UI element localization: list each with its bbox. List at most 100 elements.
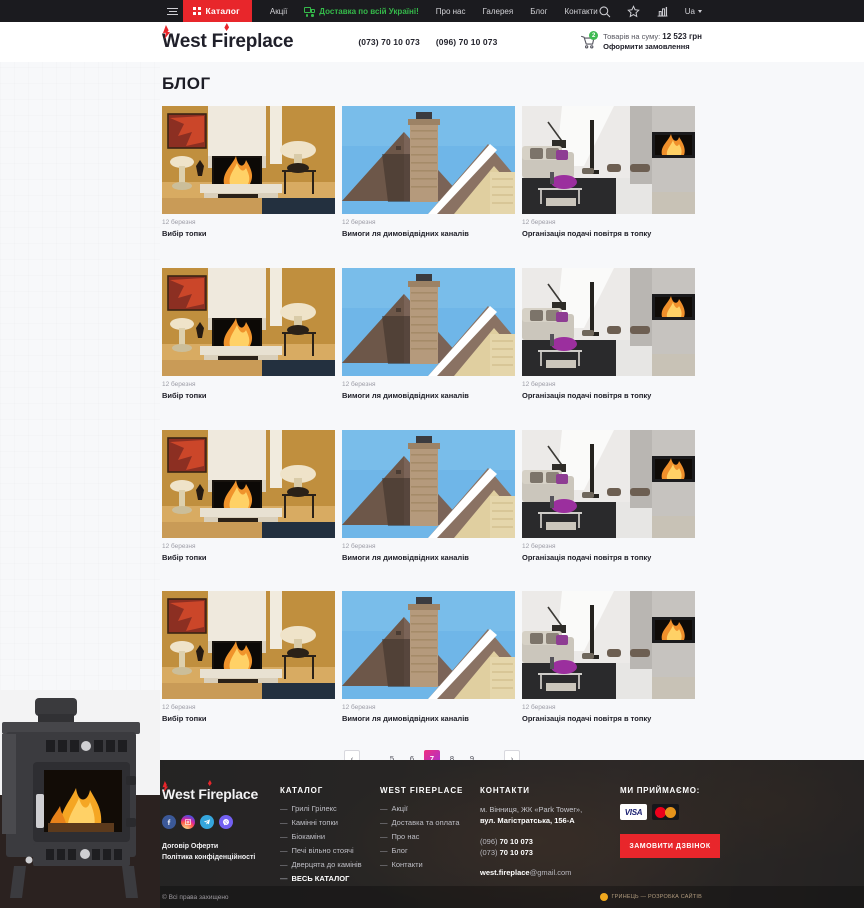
blog-card-date: 12 березня [522,704,556,712]
footer-phone-1[interactable]: 70 10 073 [500,837,533,846]
blog-card[interactable]: 12 березня Вимоги ля димовідвідних каналі… [342,591,515,724]
footer-catalog-item-label: Печі вільно стоячі [291,846,354,855]
search-icon[interactable] [598,5,611,18]
header-phone-1[interactable]: (073) 70 10 073 [358,37,420,47]
footer-link-privacy[interactable]: Політика конфіденційності [162,854,280,861]
footer-about-column: WEST FIREPLACE — Акції — Доставка та оплат… [380,786,480,888]
blog-card-title[interactable]: Вибір топки [162,553,335,563]
blog-card-image[interactable] [522,106,695,214]
footer-brand-column: W est F i replace Договір Оферти Політик… [162,780,280,888]
footer-link-oferta[interactable]: Договір Оферти [162,843,280,850]
blog-card-title[interactable]: Організація подачі повітря в топку [522,714,695,724]
nav-item-about[interactable]: Про нас [436,7,466,16]
blog-card-title[interactable]: Вимоги ля димовідвідних каналів [342,714,515,724]
compare-icon[interactable] [656,5,669,18]
cart-widget[interactable]: 2 Товарів на суму: 12 523 грн Оформити з… [579,31,702,53]
footer-contacts-title: КОНТАКТИ [480,786,530,795]
nav-item-gallery[interactable]: Галерея [483,7,514,16]
catalog-button[interactable]: Каталог [183,0,252,22]
nav-item-akcii[interactable]: Акції [270,7,287,16]
footer-about-item-label: Контакти [391,860,423,869]
blog-card-image[interactable] [342,591,515,700]
blog-card[interactable]: 12 березня Вибір топки [162,591,335,724]
blog-card-image[interactable] [522,591,695,700]
footer-email[interactable]: west.fireplace@gmail.com [480,868,620,877]
burger-menu-icon[interactable] [162,0,183,22]
blog-card[interactable]: 12 березня Вимоги ля димовідвідних каналі… [342,106,515,239]
footer-payments-title: МИ ПРИЙМАЄМО: [620,786,701,795]
footer-logo-text-b: est F [175,786,207,802]
logo[interactable]: W est F i replace [162,23,294,53]
nav-item-delivery[interactable]: Доставка по всій Україні! [304,7,419,17]
blog-card-image[interactable] [342,106,515,214]
cart-icon: 2 [579,31,599,50]
blog-card-image[interactable] [342,429,515,538]
language-selector[interactable]: Ua [685,7,702,16]
blog-card[interactable]: 12 березня Організація подачі повітря в т… [522,429,695,563]
footer-email-domain: @gmail.com [529,867,572,877]
blog-card-image[interactable] [342,267,515,376]
blog-card-title[interactable]: Вибір топки [162,229,335,239]
blog-card-image[interactable] [162,106,335,214]
blog-card-title[interactable]: Вимоги ля димовідвідних каналів [342,229,515,239]
footer-catalog-item[interactable]: — Печі вільно стоячі [280,846,380,855]
blog-card-title[interactable]: Організація подачі повітря в топку [522,391,695,401]
blog-card[interactable]: 12 березня Вимоги ля димовідвідних каналі… [342,267,515,401]
blog-card-date: 12 березня [162,704,196,712]
blog-card-title[interactable]: Вибір топки [162,391,335,401]
blog-card-title[interactable]: Організація подачі повітря в топку [522,229,695,239]
blog-card-image[interactable] [522,267,695,376]
blog-card[interactable]: 12 березня Вибір топки [162,267,335,401]
blog-card[interactable]: 12 березня Вибір топки [162,429,335,563]
instagram-icon[interactable] [181,815,195,829]
blog-card-image[interactable] [522,429,695,538]
footer-catalog-item[interactable]: — Дверцята до камінів [280,860,380,869]
footer-logo[interactable]: W est F i replace [162,780,280,804]
blog-card[interactable]: 12 березня Організація подачі повітря в т… [522,267,695,401]
blog-card-image[interactable] [162,429,335,538]
developer-credit[interactable]: ГРИНЕЦЬ — РОЗРОБКА САЙТІВ [599,893,703,901]
top-icon-group: Ua [598,4,864,18]
blog-card-title[interactable]: Вимоги ля димовідвідних каналів [342,391,515,401]
footer-phone-2[interactable]: 70 10 073 [500,848,533,857]
footer-about-item[interactable]: — Акції [380,804,480,813]
viber-icon[interactable] [219,815,233,829]
blog-card-title[interactable]: Організація подачі повітря в топку [522,553,695,563]
footer-about-item[interactable]: — Доставка та оплата [380,818,480,827]
footer-about-item[interactable]: — Блог [380,846,480,855]
copyright-text: © Всі права захищено [162,893,229,901]
blog-card-title[interactable]: Вимоги ля димовідвідних каналів [342,553,515,563]
dash-icon: — [380,818,388,827]
cart-checkout-link[interactable]: Оформити замовлення [603,42,702,52]
footer-catalog-item[interactable]: — Біокаміни [280,832,380,841]
blog-card-date: 12 березня [342,542,376,550]
footer-about-item[interactable]: — Контакти [380,860,480,869]
footer-about-item[interactable]: — Про нас [380,832,480,841]
blog-card[interactable]: 12 березня Організація подачі повітря в т… [522,591,695,724]
footer-address: м. Вінниця, ЖК «Park Tower», вул. Магіст… [480,804,620,827]
blog-card-title[interactable]: Вибір топки [162,714,335,724]
callback-button[interactable]: ЗАМОВИТИ ДЗВІНОК [620,834,720,858]
dash-icon: — [380,860,388,869]
blog-card[interactable]: 12 березня Вимоги ля димовідвідних каналі… [342,429,515,563]
telegram-icon[interactable] [200,815,214,829]
blog-card-image[interactable] [162,267,335,376]
nav-item-blog[interactable]: Блог [530,7,547,16]
footer-catalog-item[interactable]: — Камінні топки [280,818,380,827]
blog-card[interactable]: 12 березня Організація подачі повітря в т… [522,106,695,239]
facebook-icon[interactable] [162,815,176,829]
blog-card-date: 12 березня [162,380,196,388]
star-icon[interactable] [626,4,640,18]
truck-icon [304,7,316,17]
top-navigation-bar: Каталог Акції Доставка по всій Україні! … [0,0,864,22]
footer-catalog-item[interactable]: — Грилі Грілекс [280,804,380,813]
blog-card[interactable]: 12 березня Вибір топки [162,106,335,239]
blog-card-image[interactable] [162,591,335,700]
footer-address-line1: м. Вінниця, ЖК «Park Tower», [480,805,583,814]
footer-catalog-item-label: ВЕСЬ КАТАЛОГ [291,874,350,883]
footer-about-item-label: Блог [391,846,408,855]
nav-item-contacts[interactable]: Контакти [564,7,597,16]
footer-catalog-item-all[interactable]: — ВЕСЬ КАТАЛОГ [280,874,380,883]
header-phone-2[interactable]: (096) 70 10 073 [436,37,498,47]
grid-icon [193,7,201,15]
